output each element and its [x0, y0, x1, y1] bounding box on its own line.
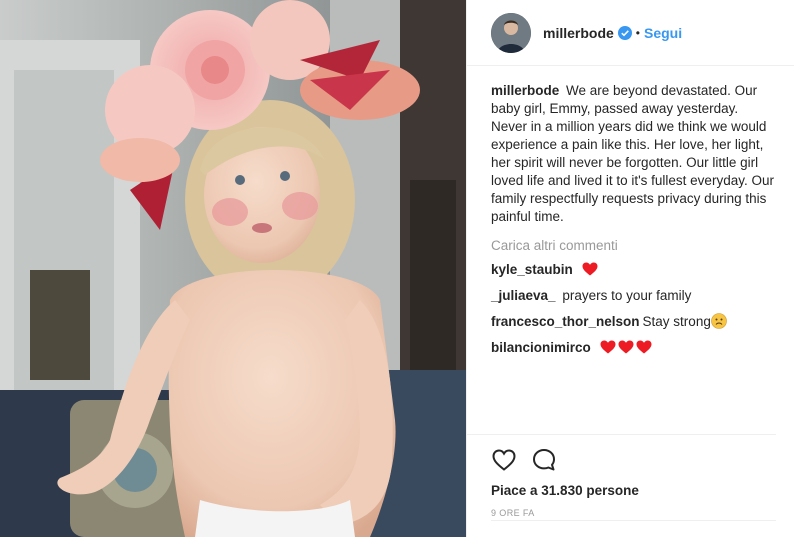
avatar-image — [491, 12, 531, 53]
avatar[interactable] — [491, 12, 531, 53]
action-icons — [491, 435, 776, 481]
header-username[interactable]: millerbode — [543, 25, 614, 41]
verified-badge-icon — [617, 25, 632, 40]
red-heart-icon — [582, 262, 598, 276]
comment-item: bilancionimirco — [491, 339, 776, 357]
post-caption: millerbode We are beyond devastated. Our… — [491, 82, 776, 226]
comment-item: francesco_thor_nelson Stay strong — [491, 313, 776, 331]
comment-username[interactable]: kyle_staubin — [491, 262, 573, 277]
comment-item: kyle_staubin — [491, 261, 776, 279]
comment-username[interactable]: francesco_thor_nelson — [491, 314, 640, 329]
post-header: millerbode • Segui — [467, 0, 794, 66]
load-more-comments-button[interactable]: Carica altri commenti — [491, 238, 776, 253]
post-sidebar: millerbode • Segui millerbode We are bey… — [466, 0, 794, 537]
likes-count[interactable]: Piace a 31.830 persone — [491, 483, 776, 498]
sad-face-icon — [711, 313, 727, 329]
follow-button[interactable]: Segui — [644, 25, 682, 41]
comment-username[interactable]: bilancionimirco — [491, 340, 591, 355]
comment-username[interactable]: _juliaeva_ — [491, 288, 556, 303]
comment-text: prayers to your family — [562, 288, 692, 303]
post-photo[interactable] — [0, 0, 466, 537]
red-heart-icon — [600, 340, 616, 354]
comment-bubble-icon[interactable] — [531, 447, 557, 473]
caption-text: We are beyond devastated. Our baby girl,… — [491, 83, 774, 224]
header-separator: • — [635, 25, 640, 40]
red-heart-icon — [636, 340, 652, 354]
red-heart-icon — [618, 340, 634, 354]
divider — [491, 520, 776, 521]
post-image — [0, 0, 466, 537]
post-actions: Piace a 31.830 persone 9 ORE FA — [467, 434, 776, 518]
comment-item: _juliaeva_ prayers to your family — [491, 287, 776, 305]
comments-section: millerbode We are beyond devastated. Our… — [491, 82, 776, 357]
instagram-post: millerbode • Segui millerbode We are bey… — [0, 0, 794, 537]
like-heart-icon[interactable] — [491, 447, 517, 473]
post-timestamp: 9 ORE FA — [491, 508, 535, 518]
caption-username[interactable]: millerbode — [491, 83, 559, 98]
comment-text: Stay strong — [642, 314, 711, 329]
